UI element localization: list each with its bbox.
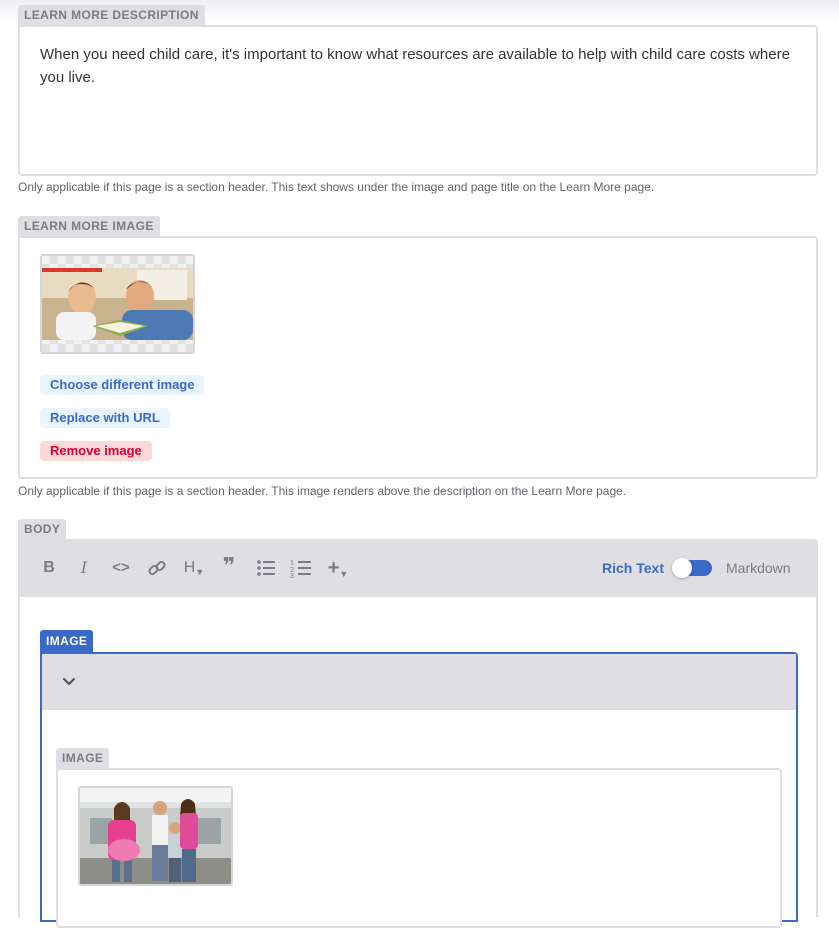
heading-glyph: H	[183, 559, 196, 576]
choose-different-image-button[interactable]: Choose different image	[40, 375, 205, 395]
description-text[interactable]: When you need child care, it's important…	[40, 43, 800, 89]
learn-more-image-thumbnail[interactable]	[40, 254, 195, 354]
svg-text:1: 1	[290, 560, 294, 567]
body-label: BODY	[18, 519, 67, 539]
bulleted-list-glyph	[257, 560, 275, 576]
link-icon[interactable]	[146, 556, 168, 580]
code-icon[interactable]: <>	[108, 556, 134, 580]
remove-image-button[interactable]: Remove image	[40, 441, 152, 461]
family-piggy-bank-photo	[80, 788, 231, 884]
image-field-hint: Only applicable if this page is a sectio…	[18, 484, 627, 498]
bulleted-list-icon[interactable]	[254, 556, 278, 580]
inner-image-label: IMAGE	[56, 748, 110, 768]
image-component: IMAGE	[40, 652, 798, 928]
heading-caret-icon: ▼	[195, 567, 205, 577]
editor-mode-toggle[interactable]	[672, 558, 712, 578]
heading-icon[interactable]: H▼	[182, 556, 206, 580]
inner-image-box	[56, 768, 782, 928]
numbered-list-glyph: 1 2 3	[290, 560, 311, 580]
add-caret-icon: ▼	[339, 569, 349, 579]
father-son-reading-photo	[42, 268, 193, 340]
markdown-mode-label[interactable]: Markdown	[726, 558, 791, 578]
bold-icon[interactable]: B	[40, 556, 58, 580]
image-field-label: LEARN MORE IMAGE	[18, 216, 160, 236]
italic-icon[interactable]: I	[75, 556, 93, 580]
toggle-knob	[672, 558, 692, 578]
family-piggy-bank-thumbnail[interactable]	[78, 786, 233, 886]
add-component-icon[interactable]: +▼	[326, 556, 350, 580]
plus-glyph: +	[327, 557, 340, 579]
image-component-label: IMAGE	[40, 630, 94, 652]
image-field-box: Choose different image Replace with URL …	[18, 236, 818, 479]
editor-toolbar: B I <> H▼ ❞ 1 2 3 +▼ Rich Text Markdown	[18, 539, 818, 597]
numbered-list-icon[interactable]: 1 2 3	[289, 556, 313, 580]
description-label: LEARN MORE DESCRIPTION	[18, 5, 205, 25]
rich-text-mode-label[interactable]: Rich Text	[602, 558, 664, 578]
svg-text:3: 3	[290, 573, 294, 578]
image-component-header[interactable]	[42, 654, 796, 710]
quote-icon[interactable]: ❞	[218, 554, 240, 578]
editor-content-area[interactable]: IMAGE IMAGE	[18, 597, 818, 928]
replace-with-url-button[interactable]: Replace with URL	[40, 408, 170, 428]
link-glyph	[148, 560, 166, 576]
chevron-down-icon[interactable]	[62, 675, 76, 689]
description-textarea[interactable]: When you need child care, it's important…	[18, 25, 818, 176]
description-hint: Only applicable if this page is a sectio…	[18, 180, 655, 194]
